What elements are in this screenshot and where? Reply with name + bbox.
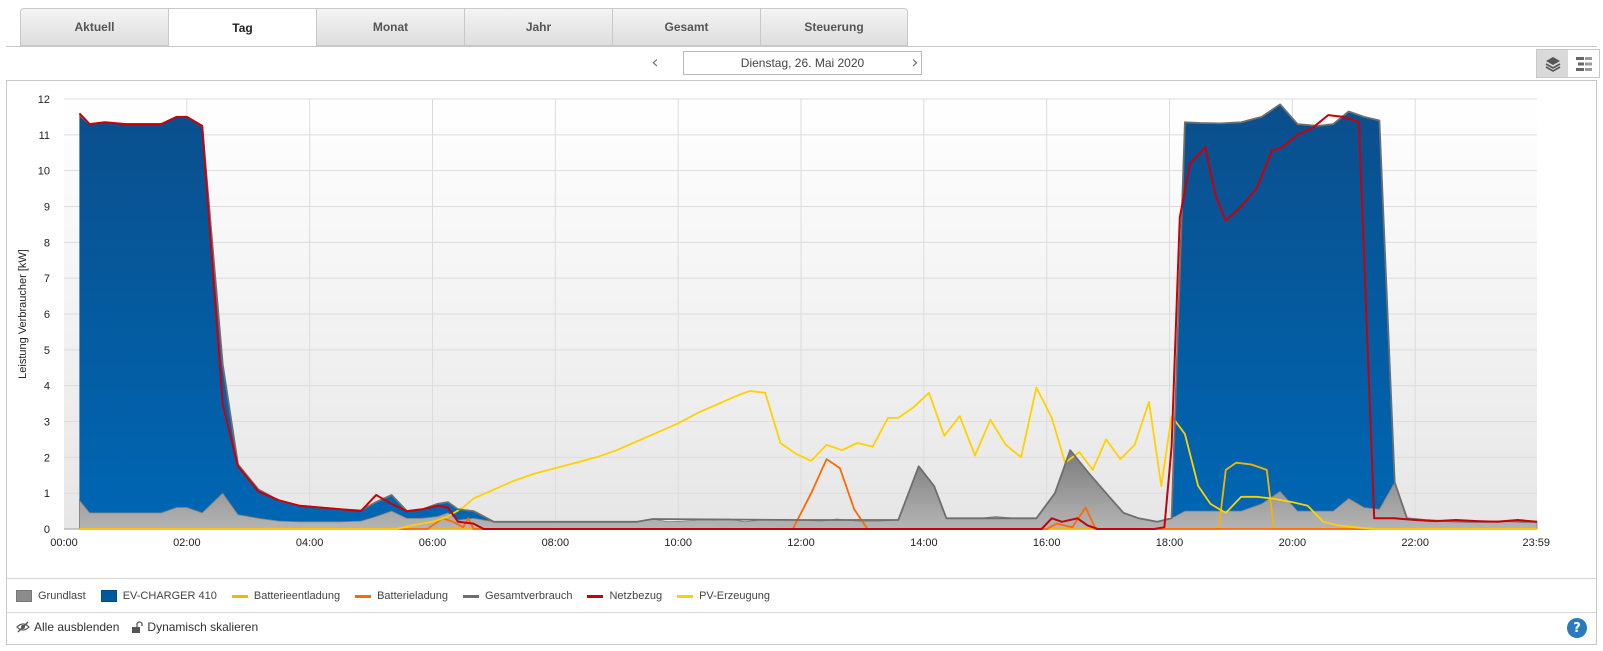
y-tick-label: 9 <box>44 202 50 214</box>
x-tick-label: 16:00 <box>1033 537 1061 549</box>
dynamic-scale-link[interactable]: Dynamisch skalieren <box>131 620 258 634</box>
y-tick-label: 2 <box>44 452 50 464</box>
legend-label: Batterieladung <box>377 590 449 602</box>
y-axis-label: Leistung Verbraucher [kW] <box>17 249 29 379</box>
x-tick-label: 12:00 <box>787 537 815 549</box>
x-tick-label: 10:00 <box>664 537 692 549</box>
x-tick-label: 08:00 <box>542 537 570 549</box>
y-tick-label: 3 <box>44 417 50 429</box>
legend-item-ev-charger[interactable]: EV-CHARGER 410 <box>100 590 217 602</box>
legend-label: Netzbezug <box>609 590 663 602</box>
chart-panel: 0 1 2 3 4 5 6 7 8 9 10 11 12 00:00 02:00 04:00 06:00 08:… <box>6 80 1597 645</box>
chart-footer: Alle ausblenden Dynamisch skalieren <box>16 616 270 638</box>
x-tick-label: 14:00 <box>910 537 938 549</box>
tab-monat[interactable]: Monat <box>316 8 464 46</box>
tab-bar: Aktuell Tag Monat Jahr Gesamt Steuerung <box>20 8 908 47</box>
dynamic-scale-label: Dynamisch skalieren <box>147 620 259 634</box>
legend-label: Grundlast <box>38 590 86 602</box>
y-tick-label: 11 <box>39 130 50 142</box>
y-tick-label: 4 <box>44 381 50 393</box>
x-tick-label: 22:00 <box>1401 537 1429 549</box>
legend-item-gesamtverbrauch[interactable]: Gesamtverbrauch <box>463 590 572 602</box>
x-tick-label: 04:00 <box>296 537 324 549</box>
legend-swatch <box>587 594 604 598</box>
y-tick-label: 1 <box>44 488 50 500</box>
x-tick-label: 00:00 <box>50 537 78 549</box>
legend-item-batterieladung[interactable]: Batterieladung <box>355 590 448 602</box>
x-tick-label: 06:00 <box>419 537 447 549</box>
y-tick-label: 5 <box>44 345 50 357</box>
tab-steuerung[interactable]: Steuerung <box>760 8 908 46</box>
legend-swatch <box>16 590 32 602</box>
y-tick-label: 12 <box>38 94 50 106</box>
help-symbol: ? <box>1573 620 1581 636</box>
x-tick-label: 02:00 <box>173 537 201 549</box>
tab-divider <box>6 46 1597 47</box>
chart-legend: Grundlast EV-CHARGER 410 Batterieentladu… <box>16 586 785 606</box>
y-tick-label: 8 <box>44 237 50 249</box>
date-navigation: ‹ Dienstag, 26. Mai 2020 › <box>0 51 1603 77</box>
tab-gesamt[interactable]: Gesamt <box>612 8 760 46</box>
stacked-layers-icon[interactable] <box>1537 50 1568 77</box>
legend-label: Gesamtverbrauch <box>485 590 573 602</box>
tab-jahr[interactable]: Jahr <box>464 8 612 46</box>
legend-item-batterieentladung[interactable]: Batterieentladung <box>231 590 341 602</box>
legend-item-grundlast[interactable]: Grundlast <box>16 590 86 602</box>
legend-swatch <box>677 594 694 598</box>
help-icon[interactable]: ? <box>1567 618 1587 638</box>
legend-item-netzbezug[interactable]: Netzbezug <box>587 590 662 602</box>
view-toggle <box>1536 49 1600 78</box>
y-tick-label: 7 <box>44 273 50 285</box>
x-tick-label: 18:00 <box>1156 537 1184 549</box>
hide-all-link[interactable]: Alle ausblenden <box>16 620 119 634</box>
y-tick-label: 0 <box>44 524 50 536</box>
y-tick-label: 10 <box>38 166 50 178</box>
eye-slash-icon <box>16 621 30 633</box>
x-tick-label: 20:00 <box>1279 537 1307 549</box>
tab-tag[interactable]: Tag <box>168 8 316 47</box>
legend-label: Batterieentladung <box>253 590 341 602</box>
legend-swatch <box>100 590 117 602</box>
separate-lines-icon[interactable] <box>1568 50 1599 77</box>
power-chart: 0123456789101112 00:00 02:00 04:00 06:00 08:… <box>17 94 1550 549</box>
chevron-left-icon[interactable]: ‹ <box>647 53 663 73</box>
hide-all-label: Alle ausblenden <box>34 620 120 634</box>
date-display[interactable]: Dienstag, 26. Mai 2020 <box>683 51 922 75</box>
y-tick-label: 6 <box>44 309 50 321</box>
footer-separator <box>7 612 1596 613</box>
legend-swatch <box>231 594 248 598</box>
legend-item-pv-erzeugung[interactable]: PV-Erzeugung <box>677 590 770 602</box>
legend-label: PV-Erzeugung <box>699 590 771 602</box>
legend-swatch <box>463 594 480 598</box>
tab-aktuell[interactable]: Aktuell <box>20 8 168 46</box>
legend-label: EV-CHARGER 410 <box>122 590 217 602</box>
unlock-icon <box>132 620 144 633</box>
legend-swatch <box>355 594 372 598</box>
x-tick-label: 23:59 <box>1522 537 1550 549</box>
legend-separator <box>7 578 1596 579</box>
chevron-right-icon[interactable]: › <box>907 53 923 73</box>
